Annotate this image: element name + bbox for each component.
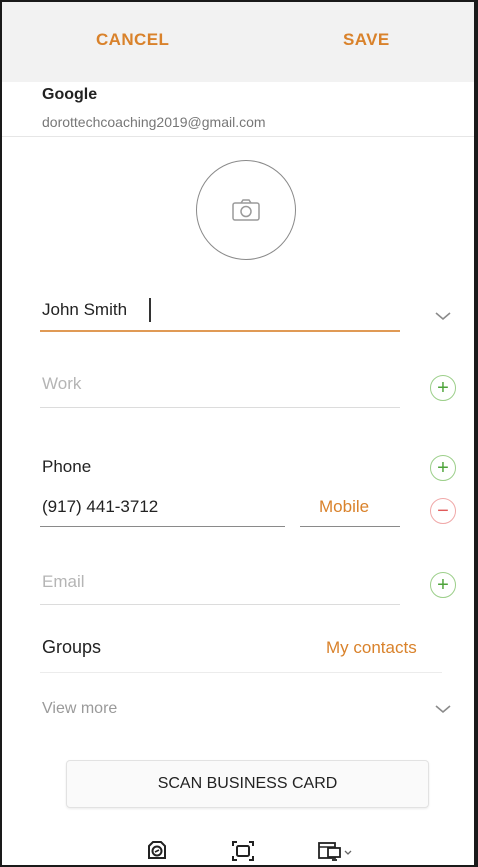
phone-label: Phone (42, 457, 92, 476)
account-selector[interactable]: Google dorottechcoaching2019@gmail.com (2, 82, 474, 137)
crop-icon[interactable] (230, 838, 256, 864)
phone-number-input[interactable]: (917) 441-3712 (42, 497, 158, 517)
contact-photo-button[interactable] (196, 160, 296, 260)
chevron-down-icon[interactable] (434, 310, 452, 322)
plus-icon: + (437, 574, 449, 596)
work-input-underline (40, 407, 400, 408)
phone-number-underline (40, 526, 285, 527)
add-work-button[interactable]: + (430, 375, 456, 401)
action-bar: CANCEL SAVE (2, 2, 474, 83)
phone-type-selector[interactable]: Mobile (319, 497, 369, 517)
groups-selector[interactable]: My contacts (326, 638, 417, 658)
screenshot-icon[interactable] (144, 838, 170, 864)
add-email-button[interactable]: + (430, 572, 456, 598)
scan-business-card-label: SCAN BUSINESS CARD (157, 775, 338, 792)
groups-divider (40, 672, 442, 673)
add-phone-button[interactable]: + (430, 455, 456, 481)
cancel-button[interactable]: CANCEL (96, 30, 169, 50)
save-button[interactable]: SAVE (343, 30, 390, 50)
plus-icon: + (437, 457, 449, 479)
minus-icon: − (437, 500, 449, 522)
name-input[interactable]: John Smith (42, 300, 127, 320)
name-input-underline (40, 330, 400, 332)
work-input[interactable]: Work (42, 374, 81, 394)
account-name: Google (42, 86, 98, 103)
remove-phone-button[interactable]: − (430, 498, 456, 524)
text-cursor (149, 298, 151, 322)
scan-business-card-button[interactable]: SCAN BUSINESS CARD (66, 760, 429, 808)
plus-icon: + (437, 377, 449, 399)
contact-editor: CANCEL SAVE Google dorottechcoaching2019… (0, 0, 478, 867)
email-input-underline (40, 604, 400, 605)
window-switch-icon[interactable] (316, 838, 356, 864)
camera-icon (232, 199, 260, 221)
account-email: dorottechcoaching2019@gmail.com (42, 114, 266, 130)
groups-label: Groups (42, 637, 102, 657)
phone-type-underline (300, 526, 400, 527)
email-input[interactable]: Email (42, 572, 85, 592)
chevron-down-icon[interactable] (434, 703, 452, 715)
view-more-button[interactable]: View more (42, 700, 117, 718)
